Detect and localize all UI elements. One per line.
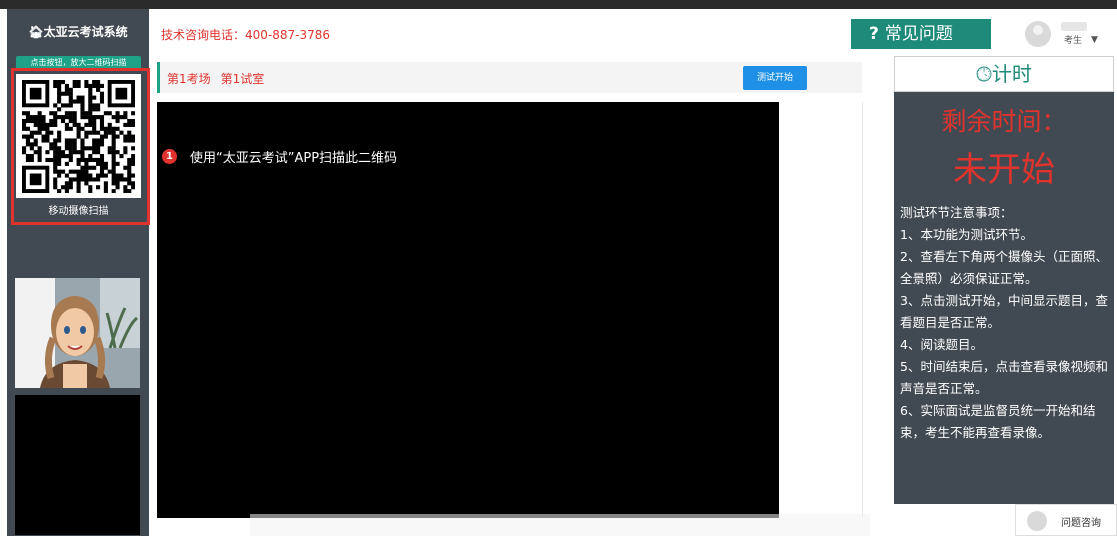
chevron-down-icon[interactable]: ▼: [1091, 35, 1098, 45]
top-bar: [0, 0, 1117, 9]
app-title: 🏠︎太亚云考试系统: [7, 23, 149, 40]
note-item: 6、实际面试是监督员统一开始和结束，考生不能再查看录像。: [900, 403, 1096, 440]
question-icon: ?: [869, 24, 879, 44]
faded-toolbar: [250, 514, 870, 536]
remaining-time-value: 未开始: [953, 150, 1055, 190]
highlight-box: [11, 68, 150, 225]
note-item: 5、时间结束后，点击查看录像视频和声音是否正常。: [900, 359, 1108, 396]
panorama-camera-feed: [15, 395, 140, 535]
timer-title: 计时: [991, 62, 1032, 86]
test-notes: 测试环节注意事项： 1、本功能为测试环节。 2、查看左下角两个摄像头（正面照、全…: [900, 202, 1108, 444]
note-item: 2、查看左下角两个摄像头（正面照、全景照）必须保证正常。: [900, 249, 1108, 286]
front-camera-feed: [15, 278, 140, 388]
exam-room: 第1试室: [220, 72, 265, 86]
user-name-blurred: [1061, 22, 1087, 31]
exam-site: 第1考场: [167, 72, 211, 86]
notice-text: 使用“太亚云考试”APP扫描此二维码: [190, 151, 398, 166]
note-item: 1、本功能为测试环节。: [900, 227, 1033, 242]
start-test-button[interactable]: 测试开始: [743, 66, 807, 90]
timer-header: 🕓︎计时: [894, 56, 1114, 92]
consult-button[interactable]: 问题咨询: [1015, 504, 1117, 536]
user-role[interactable]: 考生: [1064, 33, 1082, 46]
app-title-text: 太亚云考试系统: [43, 25, 128, 39]
consult-label: 问题咨询: [1061, 518, 1101, 529]
note-item: 3、点击测试开始，中间显示题目，查看题目是否正常。: [900, 293, 1108, 330]
remaining-time-label: 剩余时间：: [941, 107, 1067, 136]
camera-avatar-image: [15, 278, 140, 388]
scan-notice: 1 使用“太亚云考试”APP扫描此二维码: [162, 147, 397, 166]
consult-avatar-icon: [1027, 511, 1047, 531]
timer-panel: 剩余时间： 未开始 测试环节注意事项： 1、本功能为测试环节。 2、查看左下角两…: [894, 92, 1114, 504]
user-avatar[interactable]: [1025, 21, 1051, 47]
faq-button-label: 常见问题: [884, 24, 953, 44]
note-item: 4、阅读题目。: [900, 337, 983, 352]
notes-title: 测试环节注意事项：: [900, 205, 1013, 220]
room-label: 第1考场 第1试室: [167, 70, 274, 87]
side-strip: [779, 102, 863, 518]
faq-button[interactable]: ? 常见问题: [851, 19, 991, 49]
notice-number-badge: 1: [162, 149, 177, 164]
clock-icon: 🕓︎: [976, 62, 992, 86]
support-hotline: 技术咨询电话：400-887-3786: [161, 28, 331, 42]
home-icon: 🏠︎: [28, 25, 44, 39]
